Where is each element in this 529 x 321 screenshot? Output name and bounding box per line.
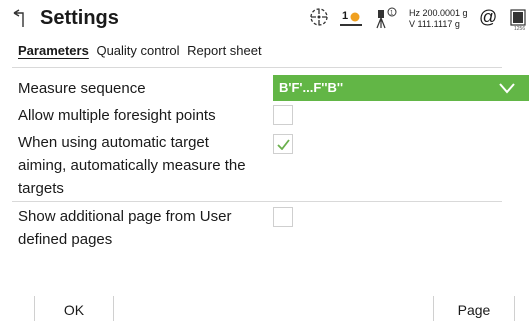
auto-target-aiming-label: When using automatic target aiming, auto…: [18, 131, 246, 200]
allow-multiple-foresight-checkbox[interactable]: [273, 105, 293, 125]
show-additional-page-label-line1: Show additional page from User: [18, 208, 232, 225]
prism-icon: [350, 12, 360, 22]
measure-sequence-value: B'F'...F''B'': [279, 80, 344, 95]
auto-target-aiming-label-line3: targets: [18, 180, 64, 197]
target-underline: [340, 24, 362, 26]
instrument-icon[interactable]: 1: [372, 6, 400, 30]
auto-target-aiming-label-line2: aiming, automatically measure the: [18, 157, 246, 174]
at-icon[interactable]: @: [479, 7, 497, 27]
show-additional-page-label-line2: defined pages: [18, 231, 113, 248]
back-icon[interactable]: [12, 9, 30, 29]
target-count: 1: [342, 10, 349, 22]
check-icon: [277, 139, 290, 150]
page-title: Settings: [40, 7, 119, 29]
chevron-down-icon: [499, 83, 515, 94]
target-icon[interactable]: [308, 6, 330, 28]
ok-button[interactable]: OK: [35, 299, 113, 321]
tab-report-sheet[interactable]: Report sheet: [187, 43, 261, 59]
tab-parameters[interactable]: Parameters: [18, 43, 89, 59]
auto-target-aiming-checkbox[interactable]: [273, 134, 293, 154]
show-additional-page-label: Show additional page from User defined p…: [18, 205, 231, 251]
divider: [12, 201, 502, 202]
measure-sequence-dropdown[interactable]: B'F'...F''B'': [273, 75, 529, 101]
measure-sequence-label: Measure sequence: [18, 80, 146, 97]
battery-icon: [510, 9, 526, 26]
hz-readout: Hz 200.0001 g: [409, 8, 468, 18]
battery-text: 1256: [514, 26, 526, 32]
footer-bar: OK Page: [0, 296, 529, 321]
header-bar: Settings 1 1 Hz 200.0001 g V 111.1117 g …: [0, 0, 529, 40]
divider: [12, 67, 502, 68]
show-additional-page-checkbox[interactable]: [273, 207, 293, 227]
allow-multiple-foresight-label: Allow multiple foresight points: [18, 107, 216, 124]
tab-quality-control[interactable]: Quality control: [96, 43, 179, 59]
footer-divider: [514, 296, 515, 321]
footer-divider: [113, 296, 114, 321]
v-readout: V 111.1117 g: [409, 19, 460, 29]
auto-target-aiming-label-line1: When using automatic target: [18, 134, 209, 151]
page-button[interactable]: Page: [434, 299, 514, 321]
tab-bar: Parameters Quality control Report sheet: [18, 43, 266, 61]
